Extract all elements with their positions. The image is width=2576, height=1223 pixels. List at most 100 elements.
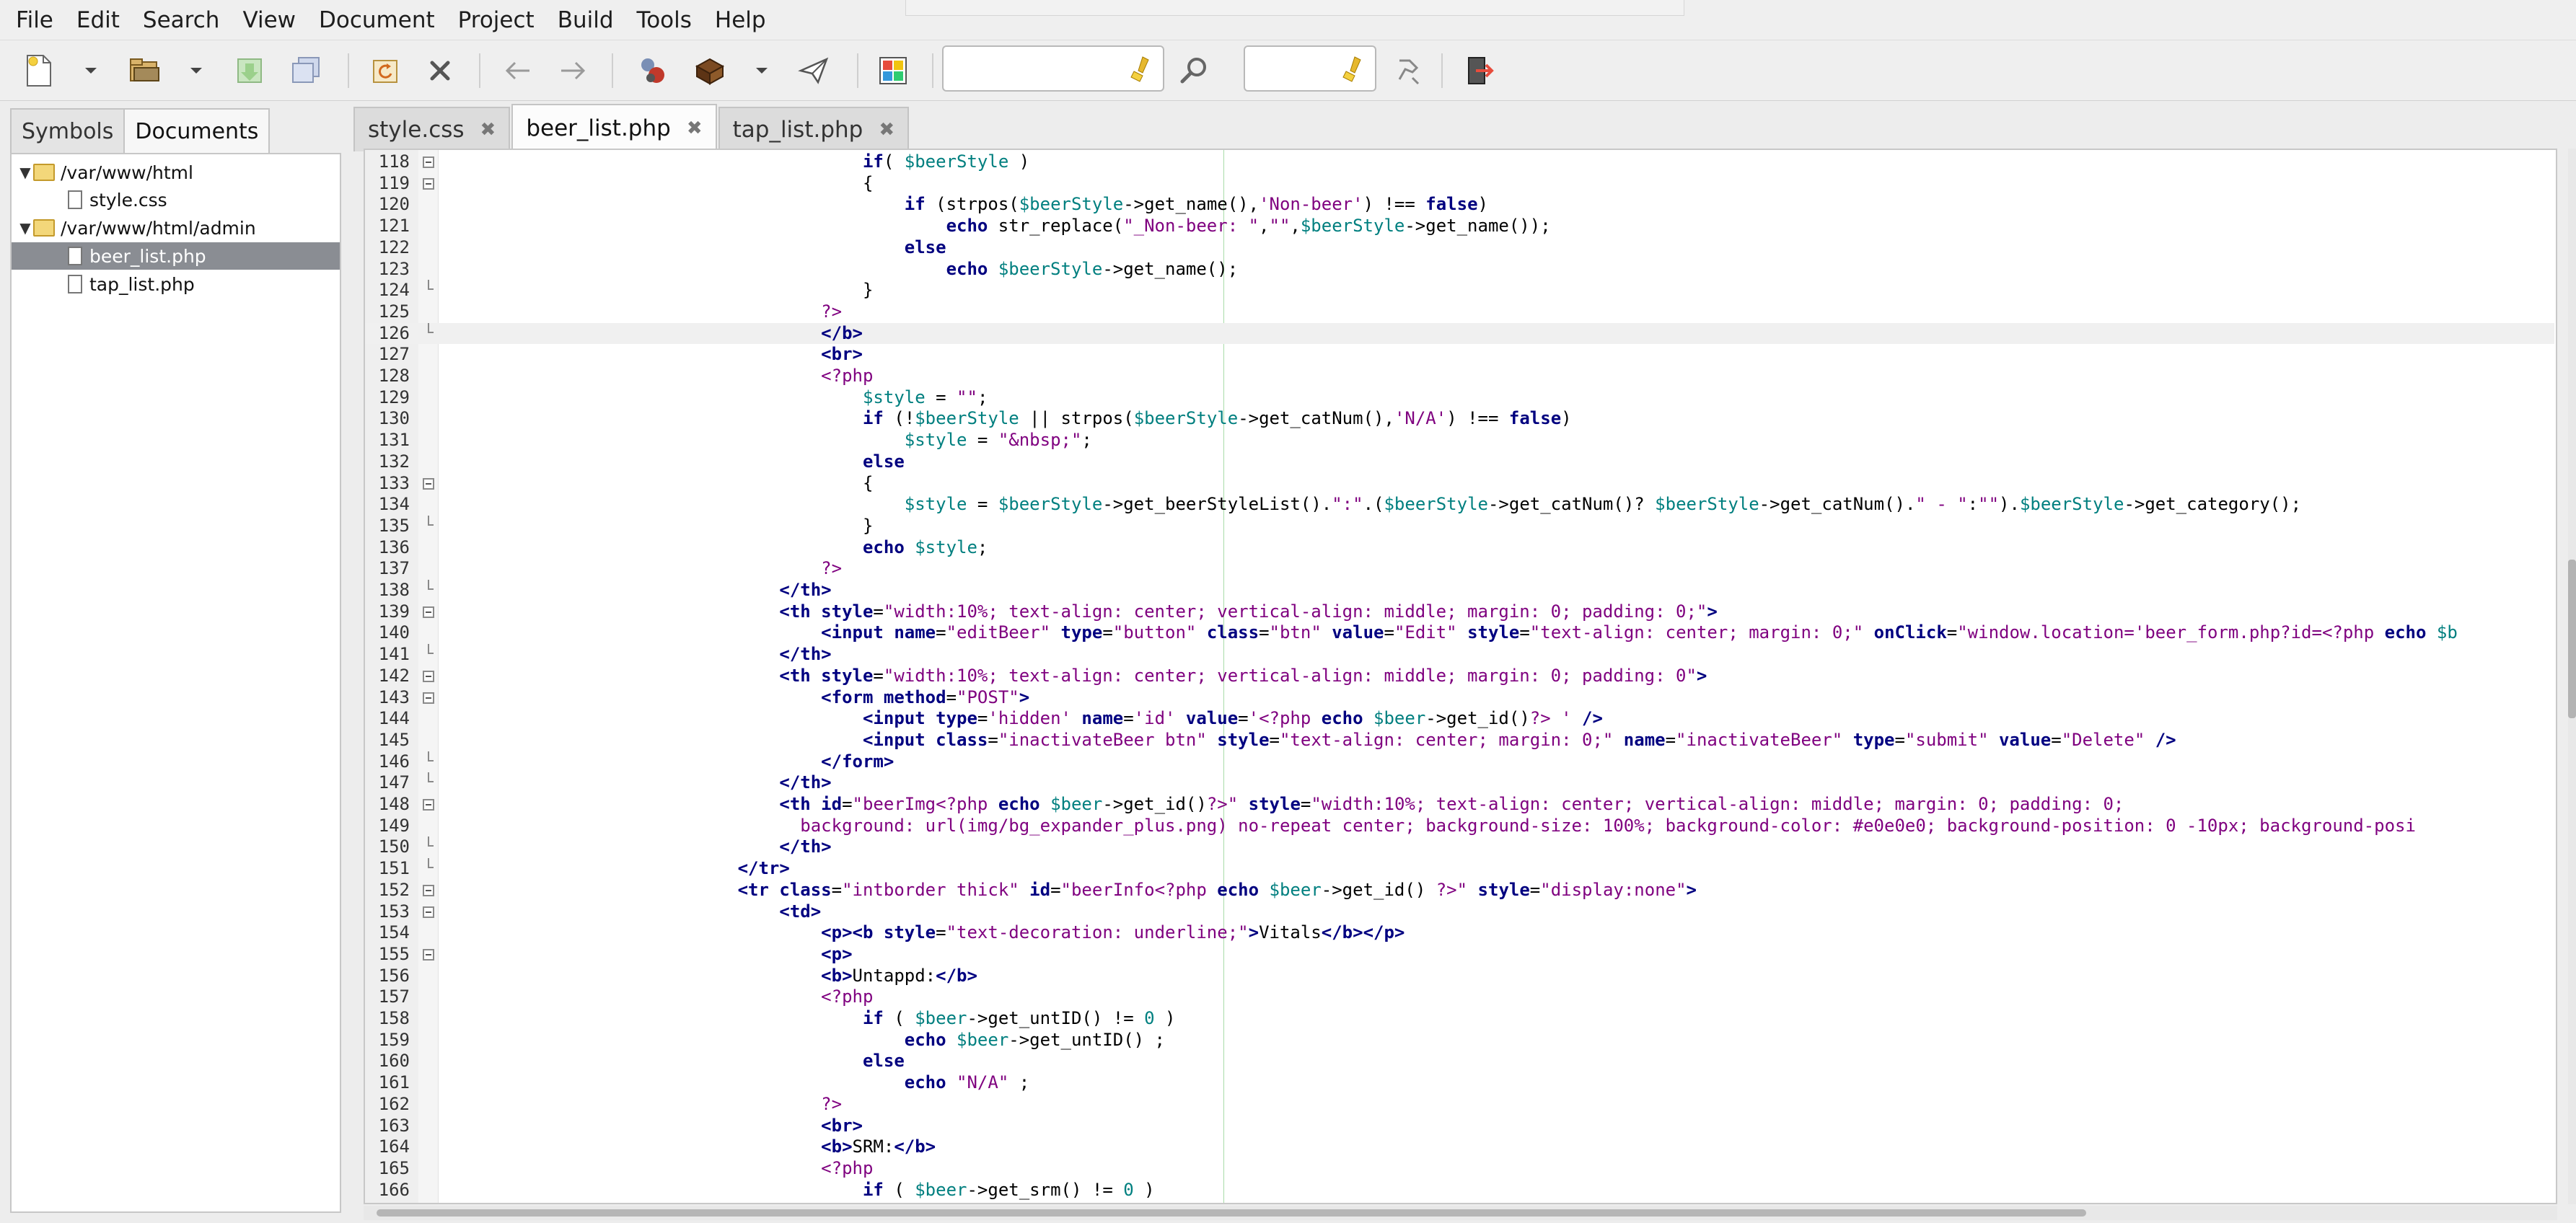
code-line[interactable]: 127 <br> [365,344,2554,366]
revert-icon[interactable] [365,50,405,91]
forward-arrow-icon[interactable] [553,50,593,91]
menu-tools[interactable]: Tools [628,7,700,33]
code-line[interactable]: 131 $style = "&nbsp;"; [365,430,2554,451]
quit-icon[interactable] [1460,50,1500,91]
scroll-thumb[interactable] [377,1209,2086,1217]
code-editor[interactable]: 118 if( $beerStyle ) 119 {120 if (strpos(… [364,149,2557,1204]
code-line[interactable]: 145 <input class="inactivateBeer btn" st… [365,730,2554,751]
code-line[interactable]: 135 } [365,515,2554,537]
back-arrow-icon[interactable] [498,50,538,91]
tab-style-css[interactable]: style.css ✖ [353,107,511,151]
code-line[interactable]: 159 echo $beer->get_untID() ; [365,1030,2554,1051]
new-file-icon[interactable] [19,50,59,91]
goto-line-input[interactable] [1244,45,1376,92]
code-line[interactable]: 162 ?> [365,1094,2554,1116]
dropdown-icon[interactable] [183,50,209,91]
jump-to-line-icon[interactable] [1388,50,1428,91]
scroll-thumb[interactable] [2568,560,2576,718]
code-line[interactable]: 155 <p> [365,944,2554,966]
code-line[interactable]: 144 <input type='hidden' name='id' value… [365,708,2554,730]
tree-folder-html[interactable]: ▼ /var/www/html [12,159,340,186]
code-line[interactable]: 147 </th> [365,772,2554,794]
fold-toggle-icon[interactable] [423,670,434,682]
code-line[interactable]: 137 ?> [365,558,2554,580]
code-line[interactable]: 133 { [365,473,2554,495]
code-line[interactable]: 154 <p><b style="text-decoration: underl… [365,922,2554,944]
color-chooser-icon[interactable] [873,50,913,91]
expand-arrow-icon[interactable]: ▼ [17,164,33,181]
save-icon[interactable] [229,50,270,91]
code-line[interactable]: 153 <td> [365,901,2554,923]
save-all-icon[interactable] [286,50,326,91]
tab-tap-list-php[interactable]: tap_list.php ✖ [718,107,910,151]
code-line[interactable]: 141 </th> [365,644,2554,666]
code-line[interactable]: 132 else [365,451,2554,473]
clear-broom-icon[interactable] [1342,56,1366,83]
code-line[interactable]: 139 <th style="width:10%; text-align: ce… [365,601,2554,623]
fold-toggle-icon[interactable] [423,799,434,811]
code-line[interactable]: 166 if ( $beer->get_srm() != 0 ) [365,1180,2554,1201]
close-icon[interactable] [420,50,460,91]
close-tab-icon[interactable]: ✖ [879,119,894,141]
compile-icon[interactable] [632,50,672,91]
menu-search[interactable]: Search [134,7,229,33]
search-input[interactable] [942,45,1164,92]
menu-document[interactable]: Document [310,7,444,33]
code-line[interactable]: 125 ?> [365,301,2554,323]
fold-toggle-icon[interactable] [423,477,434,490]
vertical-scrollbar[interactable] [2568,149,2576,1204]
code-line[interactable]: 143 <form method="POST"> [365,687,2554,709]
fold-toggle-icon[interactable] [423,692,434,704]
fold-toggle-icon[interactable] [423,606,434,618]
code-line[interactable]: 124 } [365,280,2554,301]
tree-folder-admin[interactable]: ▼ /var/www/html/admin [12,214,340,242]
code-line[interactable]: 149 background: url(img/bg_expander_plus… [365,816,2554,837]
search-icon[interactable] [1174,50,1215,91]
code-line[interactable]: 136 echo $style; [365,537,2554,559]
code-line[interactable]: 121 echo str_replace("_Non-beer: ","",$b… [365,216,2554,237]
fold-toggle-icon[interactable] [423,177,434,190]
menu-build[interactable]: Build [549,7,623,33]
code-line[interactable]: 165 <?php [365,1158,2554,1180]
close-tab-icon[interactable]: ✖ [687,118,703,139]
tab-documents[interactable]: Documents [123,108,271,154]
clear-broom-icon[interactable] [1130,56,1154,83]
code-line[interactable]: 134 $style = $beerStyle->get_beerStyleLi… [365,494,2554,516]
code-line[interactable]: 157 <?php [365,986,2554,1008]
fold-toggle-icon[interactable] [423,906,434,918]
menu-edit[interactable]: Edit [68,7,128,33]
dropdown-icon[interactable] [78,50,104,91]
tree-file-beer-list[interactable]: beer_list.php [12,242,340,270]
code-line[interactable]: 118 if( $beerStyle ) [365,151,2554,173]
code-line[interactable]: 120 if (strpos($beerStyle->get_name(),'N… [365,194,2554,216]
code-line[interactable]: 119 { [365,173,2554,195]
horizontal-scrollbar[interactable] [364,1206,2557,1220]
tab-symbols[interactable]: Symbols [10,108,126,154]
close-tab-icon[interactable]: ✖ [480,119,496,141]
code-line[interactable]: 129 $style = ""; [365,387,2554,409]
run-icon[interactable] [794,50,834,91]
build-icon[interactable] [690,50,730,91]
code-line[interactable]: 160 else [365,1051,2554,1072]
code-line[interactable]: 148 <th id="beerImg<?php echo $beer->get… [365,794,2554,816]
tree-file-tap-list[interactable]: tap_list.php [12,270,340,298]
code-line[interactable]: 146 </form> [365,751,2554,773]
code-line[interactable]: 130 if (!$beerStyle || strpos($beerStyle… [365,408,2554,430]
code-line[interactable]: 128 <?php [365,366,2554,387]
menu-help[interactable]: Help [706,7,775,33]
code-line[interactable]: 122 else [365,237,2554,259]
code-line[interactable]: 163 <br> [365,1116,2554,1137]
code-line[interactable]: 156 <b>Untappd:</b> [365,966,2554,987]
open-file-icon[interactable] [124,50,164,91]
code-line[interactable]: 164 <b>SRM:</b> [365,1136,2554,1158]
code-line[interactable]: 161 echo "N/A" ; [365,1072,2554,1094]
tab-beer-list-php[interactable]: beer_list.php ✖ [511,104,717,151]
fold-toggle-icon[interactable] [423,884,434,896]
code-line[interactable]: 152 <tr class="intborder thick" id="beer… [365,880,2554,901]
code-line[interactable]: 151 </tr> [365,858,2554,880]
code-line[interactable]: 126 </b> [365,322,2554,345]
menu-file[interactable]: File [7,7,62,33]
code-line[interactable]: 138 </th> [365,580,2554,601]
code-line[interactable]: 150 </th> [365,836,2554,858]
expand-arrow-icon[interactable]: ▼ [17,219,33,237]
